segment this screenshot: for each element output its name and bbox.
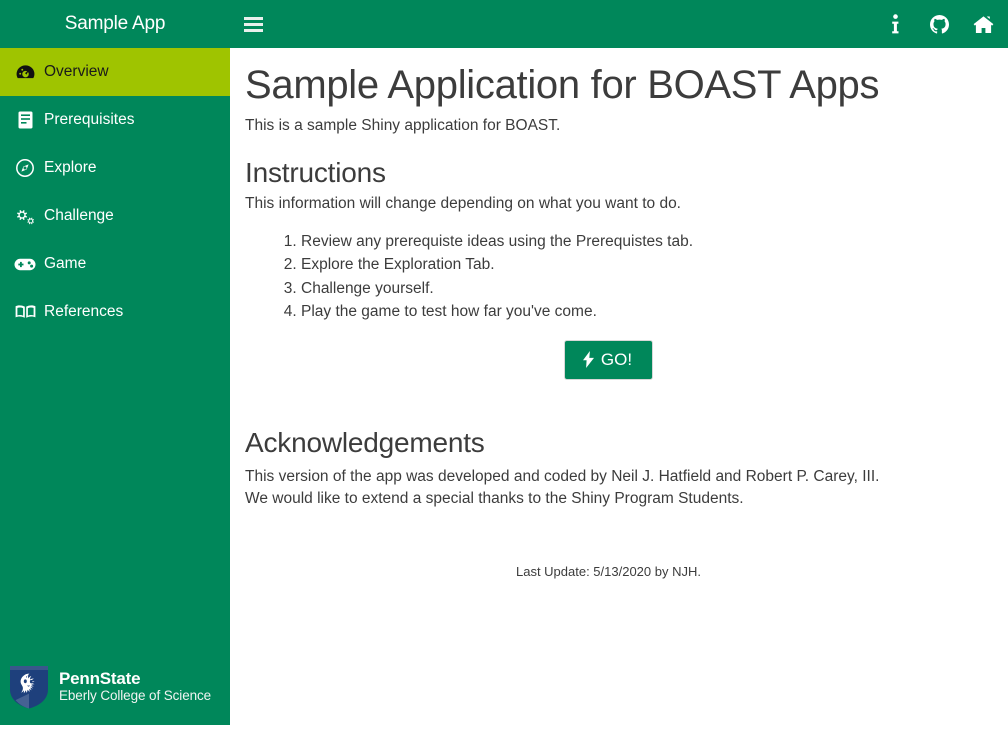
info-icon[interactable] (884, 12, 906, 36)
list-item: Review any prerequiste ideas using the P… (301, 230, 990, 254)
github-icon[interactable] (928, 12, 950, 36)
sidebar-item-label: References (44, 303, 124, 321)
sidebar-item-references[interactable]: References (0, 288, 230, 336)
penn-state-name: PennState (59, 668, 141, 688)
intro-text: This is a sample Shiny application for B… (245, 117, 561, 135)
instructions-list: Review any prerequiste ideas using the P… (245, 230, 990, 324)
hamburger-bar (243, 16, 263, 20)
penn-state-shield-icon (8, 664, 50, 710)
go-button[interactable]: GO! (563, 339, 654, 380)
acknowledgements-body: This version of the app was developed an… (245, 466, 990, 510)
sidebar-item-game[interactable]: Game (0, 240, 230, 288)
sidebar-item-label: Challenge (44, 207, 114, 225)
sidebar-item-prerequisites[interactable]: Prerequisites (0, 96, 230, 144)
go-button-label: GO! (600, 349, 633, 369)
brand-title[interactable]: Sample App (0, 0, 230, 48)
sidebar: Overview Prerequisites Explore Challenge… (0, 48, 230, 725)
last-update-text: Last Update: 5/13/2020 by NJH. (515, 563, 701, 579)
app-root: Sample App Overview Prerequisites Explor… (0, 0, 1008, 729)
header-spacer (276, 0, 884, 48)
list-item: Challenge yourself. (301, 277, 990, 301)
penn-state-subtitle: Eberly College of Science (59, 688, 212, 704)
acknowledgements-heading: Acknowledgements (245, 426, 485, 458)
instructions-intro: This information will change depending o… (245, 195, 681, 213)
main-content: Sample Application for BOAST Apps This i… (230, 48, 1008, 729)
sidebar-item-label: Prerequisites (44, 111, 135, 129)
acknowledgements-line: This version of the app was developed an… (245, 467, 880, 485)
sidebar-item-label: Overview (44, 63, 109, 81)
hamburger-icon[interactable] (230, 0, 276, 48)
gears-icon (14, 207, 36, 225)
header-icon-group (884, 0, 1008, 48)
hamburger-bar (243, 22, 263, 26)
hamburger-bar (243, 28, 263, 32)
sidebar-item-challenge[interactable]: Challenge (0, 192, 230, 240)
page-title: Sample Application for BOAST Apps (245, 63, 880, 107)
penn-state-logo: PennState Eberly College of Science (8, 663, 222, 711)
sidebar-item-explore[interactable]: Explore (0, 144, 230, 192)
list-item: Explore the Exploration Tab. (301, 253, 990, 277)
home-icon[interactable] (972, 12, 994, 36)
tachometer-icon (14, 63, 36, 81)
list-item: Play the game to test how far you've com… (301, 300, 990, 324)
go-button-wrapper: GO! (245, 339, 990, 380)
acknowledgements-line: We would like to extend a special thanks… (245, 489, 744, 507)
compass-icon (14, 159, 36, 177)
bolt-icon (582, 350, 594, 368)
sidebar-item-label: Game (44, 255, 87, 273)
app-header: Sample App (0, 0, 1008, 48)
instructions-heading: Instructions (245, 156, 386, 188)
sidebar-item-overview[interactable]: Overview (0, 48, 230, 96)
brand-title-label: Sample App (64, 13, 166, 34)
penn-state-logo-text: PennState Eberly College of Science (59, 668, 212, 704)
gamepad-icon (14, 255, 36, 273)
book-icon (14, 111, 36, 129)
sidebar-item-label: Explore (44, 159, 97, 177)
book-open-icon (14, 303, 36, 321)
